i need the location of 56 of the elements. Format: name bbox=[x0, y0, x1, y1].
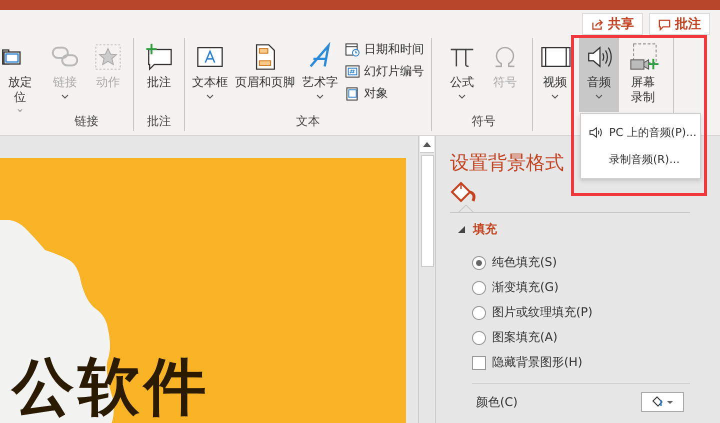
comment-button[interactable]: 批注 bbox=[649, 13, 710, 35]
paint-bucket-caret-icon bbox=[650, 395, 674, 409]
radio-button[interactable] bbox=[472, 280, 486, 294]
section-label: 填充 bbox=[473, 221, 497, 238]
ribbon-button[interactable]: 屏幕 录制 bbox=[623, 38, 663, 112]
group-label: 符号 bbox=[472, 114, 496, 128]
ribbon-button[interactable]: 对象 bbox=[343, 84, 426, 103]
caret-icon bbox=[16, 109, 24, 112]
group-label: 文本 bbox=[296, 114, 320, 128]
screen-icon bbox=[2, 48, 22, 66]
group-label: 批注 bbox=[147, 114, 171, 128]
share-button[interactable]: 共享 bbox=[582, 13, 643, 35]
hash-frame-icon bbox=[345, 64, 360, 79]
caret-icon bbox=[61, 94, 69, 99]
group-label: 链接 bbox=[74, 114, 98, 128]
caret-icon bbox=[595, 94, 603, 99]
caret-icon bbox=[458, 94, 466, 99]
radio-button[interactable] bbox=[472, 256, 486, 270]
ribbon-button[interactable]: 音频 bbox=[579, 38, 619, 112]
calendar-clock-icon bbox=[345, 42, 360, 57]
frame-icon bbox=[345, 86, 360, 101]
radio-button[interactable] bbox=[472, 330, 486, 344]
triangle-icon bbox=[458, 226, 465, 233]
section-header[interactable]: 填充 bbox=[458, 221, 720, 238]
ribbon-button[interactable]: 文本框 bbox=[190, 38, 230, 112]
scrollbar[interactable] bbox=[418, 136, 436, 423]
ribbon-button[interactable]: 页眉和页脚 bbox=[233, 38, 297, 112]
option-label: 图案填充(A) bbox=[492, 329, 558, 346]
ribbon-button[interactable]: 放定 位 bbox=[0, 38, 40, 112]
ribbon-button[interactable]: 日期和时间 bbox=[343, 40, 426, 59]
triangle-up-icon bbox=[423, 142, 431, 146]
color-picker-button[interactable] bbox=[641, 392, 684, 412]
color-label: 颜色(C) bbox=[476, 394, 518, 410]
option-label: 纯色填充(S) bbox=[492, 254, 557, 271]
speaker-icon bbox=[589, 126, 604, 139]
caret-icon bbox=[316, 94, 324, 99]
option-label: 图片或纹理填充(P) bbox=[492, 304, 593, 321]
scroll-up-button[interactable] bbox=[420, 136, 434, 153]
ribbon-button[interactable]: 批注 bbox=[139, 38, 179, 112]
ribbon-button[interactable]: 幻灯片编号 bbox=[343, 62, 426, 81]
radio-button[interactable] bbox=[472, 306, 486, 320]
checkbox[interactable] bbox=[472, 356, 486, 370]
option-label: 渐变填充(G) bbox=[492, 279, 559, 296]
menu-item[interactable]: PC 上的音频(P)... bbox=[581, 119, 700, 146]
ribbon-button[interactable]: 公式 bbox=[442, 38, 482, 112]
ribbon-button[interactable]: 艺术字 bbox=[300, 38, 340, 112]
comment-icon bbox=[658, 18, 671, 30]
caret-icon bbox=[551, 94, 559, 99]
pane-title: 设置背景格式 bbox=[450, 151, 564, 176]
share-icon bbox=[591, 18, 604, 30]
menu-item[interactable]: 录制音频(R)... bbox=[581, 146, 700, 173]
ribbon-button[interactable]: 视频 bbox=[535, 38, 575, 112]
option-label: 隐藏背景图形(H) bbox=[492, 354, 582, 371]
scroll-thumb[interactable] bbox=[420, 155, 434, 267]
caret-icon bbox=[206, 94, 214, 99]
paint-bucket-icon[interactable] bbox=[450, 180, 478, 204]
